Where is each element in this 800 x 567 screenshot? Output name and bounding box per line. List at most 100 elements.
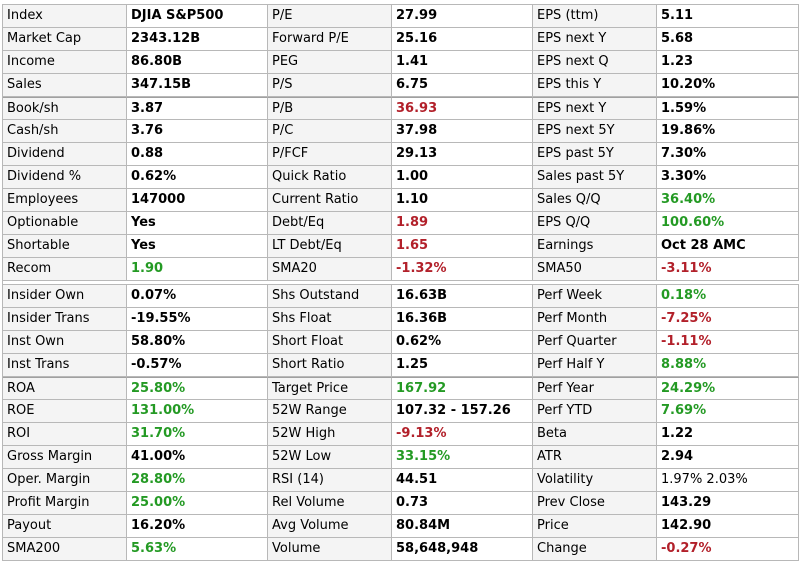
table-row: Inst Trans -0.57% Short Ratio 1.25 Perf Half… [3, 354, 799, 377]
metric-label: Volume [268, 538, 392, 561]
metric-label: ATR [533, 446, 657, 469]
table-row: Gross Margin 41.00% 52W Low 33.15% ATR 2.94 [3, 446, 799, 469]
metric-value: 86.80B [127, 51, 268, 74]
metric-value: 3.76 [127, 120, 268, 143]
metric-value: Yes [127, 235, 268, 258]
metric-label: Perf Month [533, 308, 657, 331]
table-row: Recom 1.90 SMA20 -1.32% SMA50 -3.11% [3, 258, 799, 281]
metric-label: EPS next Y [533, 97, 657, 120]
metric-value: 147000 [127, 189, 268, 212]
metric-value: 0.62% [127, 166, 268, 189]
metric-value: 0.18% [657, 285, 799, 308]
metric-value: 1.90 [127, 258, 268, 281]
metric-label: Beta [533, 423, 657, 446]
metric-label: Quick Ratio [268, 166, 392, 189]
table-row: Index DJIA S&P500 P/E 27.99 EPS (ttm) 5.11 [3, 5, 799, 28]
metric-label: Shs Outstand [268, 285, 392, 308]
metric-value: 25.16 [392, 28, 533, 51]
metric-value: Oct 28 AMC [657, 235, 799, 258]
metric-label: Sales Q/Q [533, 189, 657, 212]
table-row: SMA200 5.63% Volume 58,648,948 Change -0.27% [3, 538, 799, 561]
table-row: Profit Margin 25.00% Rel Volume 0.73 Prev Cl… [3, 492, 799, 515]
metric-label: Employees [3, 189, 127, 212]
metric-label: SMA200 [3, 538, 127, 561]
metric-value: 347.15B [127, 74, 268, 97]
metric-label: EPS next 5Y [533, 120, 657, 143]
metric-label: Debt/Eq [268, 212, 392, 235]
metric-value: 10.20% [657, 74, 799, 97]
table-row: Book/sh 3.87 P/B 36.93 EPS next Y 1.59% [3, 97, 799, 120]
metric-value: 33.15% [392, 446, 533, 469]
metric-value: 1.22 [657, 423, 799, 446]
metric-value: 44.51 [392, 469, 533, 492]
metric-value: 1.25 [392, 354, 533, 377]
metric-label: Payout [3, 515, 127, 538]
table-row: Oper. Margin 28.80% RSI (14) 44.51 Volatilit… [3, 469, 799, 492]
metric-label: Perf Quarter [533, 331, 657, 354]
metric-value: 5.68 [657, 28, 799, 51]
metric-label: Change [533, 538, 657, 561]
metric-value: 107.32 - 157.26 [392, 400, 533, 423]
metric-label: 52W High [268, 423, 392, 446]
metric-label: Sales past 5Y [533, 166, 657, 189]
fundamentals-table: Index DJIA S&P500 P/E 27.99 EPS (ttm) 5.11 Mar… [2, 4, 799, 561]
metric-label: EPS next Q [533, 51, 657, 74]
metric-label: Book/sh [3, 97, 127, 120]
metric-value: 58,648,948 [392, 538, 533, 561]
metric-value: 3.87 [127, 97, 268, 120]
metric-label: Gross Margin [3, 446, 127, 469]
metric-label: Income [3, 51, 127, 74]
table-row: Optionable Yes Debt/Eq 1.89 EPS Q/Q 100.60% [3, 212, 799, 235]
table-row: Shortable Yes LT Debt/Eq 1.65 Earnings Oct 28… [3, 235, 799, 258]
table-row: Market Cap 2343.12B Forward P/E 25.16 EPS ne… [3, 28, 799, 51]
metric-label: Insider Trans [3, 308, 127, 331]
metric-label: EPS this Y [533, 74, 657, 97]
metric-value: 100.60% [657, 212, 799, 235]
metric-value: 24.29% [657, 377, 799, 400]
metric-label: P/S [268, 74, 392, 97]
metric-value: 37.98 [392, 120, 533, 143]
metric-label: Target Price [268, 377, 392, 400]
metric-value: Yes [127, 212, 268, 235]
table-row: Insider Own 0.07% Shs Outstand 16.63B Perf W… [3, 285, 799, 308]
metric-value: 7.69% [657, 400, 799, 423]
table-row: Insider Trans -19.55% Shs Float 16.36B Perf … [3, 308, 799, 331]
metric-value: -1.32% [392, 258, 533, 281]
metric-value: 0.62% [392, 331, 533, 354]
metric-label: Inst Trans [3, 354, 127, 377]
metric-label: ROA [3, 377, 127, 400]
metric-value: 25.00% [127, 492, 268, 515]
table-row: Dividend 0.88 P/FCF 29.13 EPS past 5Y 7.30% [3, 143, 799, 166]
metric-value: DJIA S&P500 [127, 5, 268, 28]
metric-value: 0.07% [127, 285, 268, 308]
metric-value: 29.13 [392, 143, 533, 166]
metric-value: 2343.12B [127, 28, 268, 51]
metric-label: P/C [268, 120, 392, 143]
metric-label: Prev Close [533, 492, 657, 515]
table-row: Sales 347.15B P/S 6.75 EPS this Y 10.20% [3, 74, 799, 97]
metric-label: Cash/sh [3, 120, 127, 143]
metric-value: 5.63% [127, 538, 268, 561]
metric-label: Price [533, 515, 657, 538]
metric-label: Volatility [533, 469, 657, 492]
metric-label: Perf Year [533, 377, 657, 400]
metric-label: LT Debt/Eq [268, 235, 392, 258]
metric-label: Forward P/E [268, 28, 392, 51]
metric-label: Avg Volume [268, 515, 392, 538]
metric-label: SMA20 [268, 258, 392, 281]
metric-value: -0.57% [127, 354, 268, 377]
metric-value: -1.11% [657, 331, 799, 354]
metric-label: 52W Low [268, 446, 392, 469]
metric-value: 1.59% [657, 97, 799, 120]
table-row: ROE 131.00% 52W Range 107.32 - 157.26 Perf Y… [3, 400, 799, 423]
metric-label: Dividend [3, 143, 127, 166]
metric-value: -0.27% [657, 538, 799, 561]
metric-label: Dividend % [3, 166, 127, 189]
metric-value: 131.00% [127, 400, 268, 423]
metric-label: Oper. Margin [3, 469, 127, 492]
metric-label: Insider Own [3, 285, 127, 308]
table-row: ROI 31.70% 52W High -9.13% Beta 1.22 [3, 423, 799, 446]
metric-label: PEG [268, 51, 392, 74]
metric-value: 6.75 [392, 74, 533, 97]
table-row: ROA 25.80% Target Price 167.92 Perf Year 24.2… [3, 377, 799, 400]
